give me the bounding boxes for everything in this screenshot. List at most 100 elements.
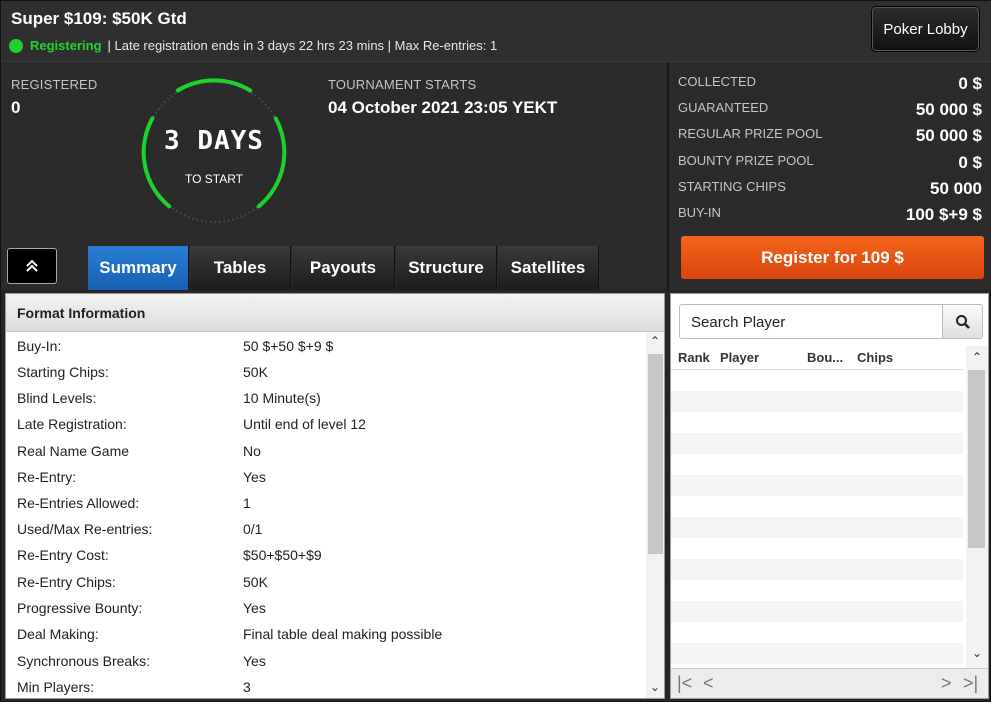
status-line: Registering | Late registration ends in … [9,38,497,53]
format-row: Progressive Bounty: Yes [6,596,646,622]
format-row: Blind Levels: 10 Minute(s) [6,386,646,412]
stat-value-buy-in: 100 $+9 $ [905,205,982,224]
format-key: Buy-In: [17,338,62,354]
format-value: Yes [243,469,266,485]
player-row[interactable] [671,433,963,454]
register-button[interactable]: Register for 109 $ [681,236,984,279]
player-list-pager: |< < > >| [671,668,988,698]
format-key: Used/Max Re-entries: [17,521,153,537]
search-player-input[interactable]: Search Player [679,304,944,339]
scroll-down-icon[interactable]: ⌄ [972,646,982,660]
player-row[interactable] [671,559,963,580]
format-key: Deal Making: [17,626,99,642]
player-row[interactable] [671,643,963,664]
player-row[interactable] [671,580,963,601]
player-row[interactable] [671,391,963,412]
player-row[interactable] [671,412,963,433]
tab-payouts[interactable]: Payouts [292,246,395,290]
format-key: Real Name Game [17,443,130,459]
stat-label-collected: COLLECTED [678,74,757,89]
stat-label-bounty-prize-pool: BOUNTY PRIZE POOL [678,153,814,168]
stat-label-starting-chips: STARTING CHIPS [678,179,786,194]
format-information-panel: Format Information Buy-In: 50 $+50 $+9 $ … [5,293,665,699]
format-row: Min Players: 3 [6,675,646,701]
player-list-panel: Search Player Rank Player Bou... Chips ⌃… [670,293,989,699]
format-key: Re-Entry Cost: [17,547,109,563]
column-chips[interactable]: Chips [857,350,893,365]
first-page-icon[interactable]: |< [677,673,692,694]
player-row[interactable] [671,601,963,622]
column-bounty[interactable]: Bou... [807,350,843,365]
scrollbar-thumb[interactable] [968,370,985,548]
format-row: Late Registration: Until end of level 12 [6,412,646,438]
format-row: Starting Chips: 50K [6,360,646,386]
format-value: 50 $+50 $+9 $ [243,338,334,354]
tab-satellites[interactable]: Satellites [498,246,599,290]
last-page-icon[interactable]: >| [963,673,978,694]
stat-label-buy-in: BUY-IN [678,205,721,220]
registered-value: 0 [11,98,21,117]
format-key: Min Players: [17,679,95,695]
tab-tables[interactable]: Tables [190,246,291,290]
tournament-title: Super $109: $50K Gtd [11,9,187,28]
format-key: Re-Entry Chips: [17,574,116,590]
stat-label-guaranteed: GUARANTEED [678,100,769,115]
format-value: 3 [243,679,251,695]
format-row: Re-Entry Cost: $50+$50+$9 [6,543,646,569]
prev-page-icon[interactable]: < [703,673,714,694]
player-row[interactable] [671,454,963,475]
scroll-down-icon[interactable]: ⌄ [650,680,660,694]
format-row: Re-Entry: Yes [6,465,646,491]
format-value: 50K [243,574,268,590]
format-key: Progressive Bounty: [17,600,143,616]
search-icon [955,314,970,329]
player-row[interactable] [671,622,963,643]
format-value: Yes [243,653,266,669]
format-value: 1 [243,495,251,511]
chevrons-up-icon [26,259,38,272]
format-value: 50K [243,364,268,380]
status-detail: | Late registration ends in 3 days 22 hr… [107,38,498,53]
format-information-header: Format Information [6,294,664,332]
prize-stats-panel: COLLECTED 0 $ GUARANTEED 50 000 $ REGULA… [667,62,991,290]
player-row[interactable] [671,538,963,559]
registered-label: REGISTERED [11,77,98,92]
stat-value-bounty-prize-pool: 0 $ [958,153,982,172]
countdown-subtext: TO START [184,172,243,186]
player-row[interactable] [671,496,963,517]
format-row: Used/Max Re-entries: 0/1 [6,517,646,543]
format-key: Re-Entries Allowed: [17,495,140,511]
format-row: Re-Entry Chips: 50K [6,570,646,596]
column-rank[interactable]: Rank [678,350,710,365]
player-list-scrollbar[interactable]: ⌃ ⌄ [966,346,988,668]
column-player[interactable]: Player [720,350,759,365]
next-page-icon[interactable]: > [941,673,952,694]
stat-value-regular-prize-pool: 50 000 $ [915,126,982,145]
player-table-header: Rank Player Bou... Chips [671,346,963,370]
tab-structure[interactable]: Structure [396,246,497,290]
scroll-up-icon[interactable]: ⌃ [650,334,660,348]
status-label: Registering [30,38,102,53]
collapse-button[interactable] [7,248,57,284]
format-scrollbar[interactable]: ⌃ ⌄ [646,332,664,698]
format-value: 0/1 [243,521,263,537]
scroll-up-icon[interactable]: ⌃ [972,350,982,364]
player-row[interactable] [671,475,963,496]
format-row: Synchronous Breaks: Yes [6,649,646,675]
tab-summary[interactable]: Summary [88,246,189,290]
poker-lobby-button[interactable]: Poker Lobby [872,7,979,51]
player-row[interactable] [671,517,963,538]
scrollbar-thumb[interactable] [648,354,663,554]
stat-value-starting-chips: 50 000 [930,179,982,198]
format-value: Final table deal making possible [243,626,443,642]
player-row[interactable] [671,370,963,391]
countdown-value: 3 DAYS [164,126,264,156]
search-button[interactable] [942,304,983,339]
tournament-starts-label: TOURNAMENT STARTS [328,77,477,92]
stat-label-regular-prize-pool: REGULAR PRIZE POOL [678,126,823,141]
tournament-starts-value: 04 October 2021 23:05 YEKT [328,98,558,117]
format-row: Buy-In: 50 $+50 $+9 $ [6,334,646,360]
tournament-lobby-window: Super $109: $50K Gtd Registering | Late … [0,0,991,702]
format-value: No [243,443,261,459]
format-key: Late Registration: [17,416,127,432]
